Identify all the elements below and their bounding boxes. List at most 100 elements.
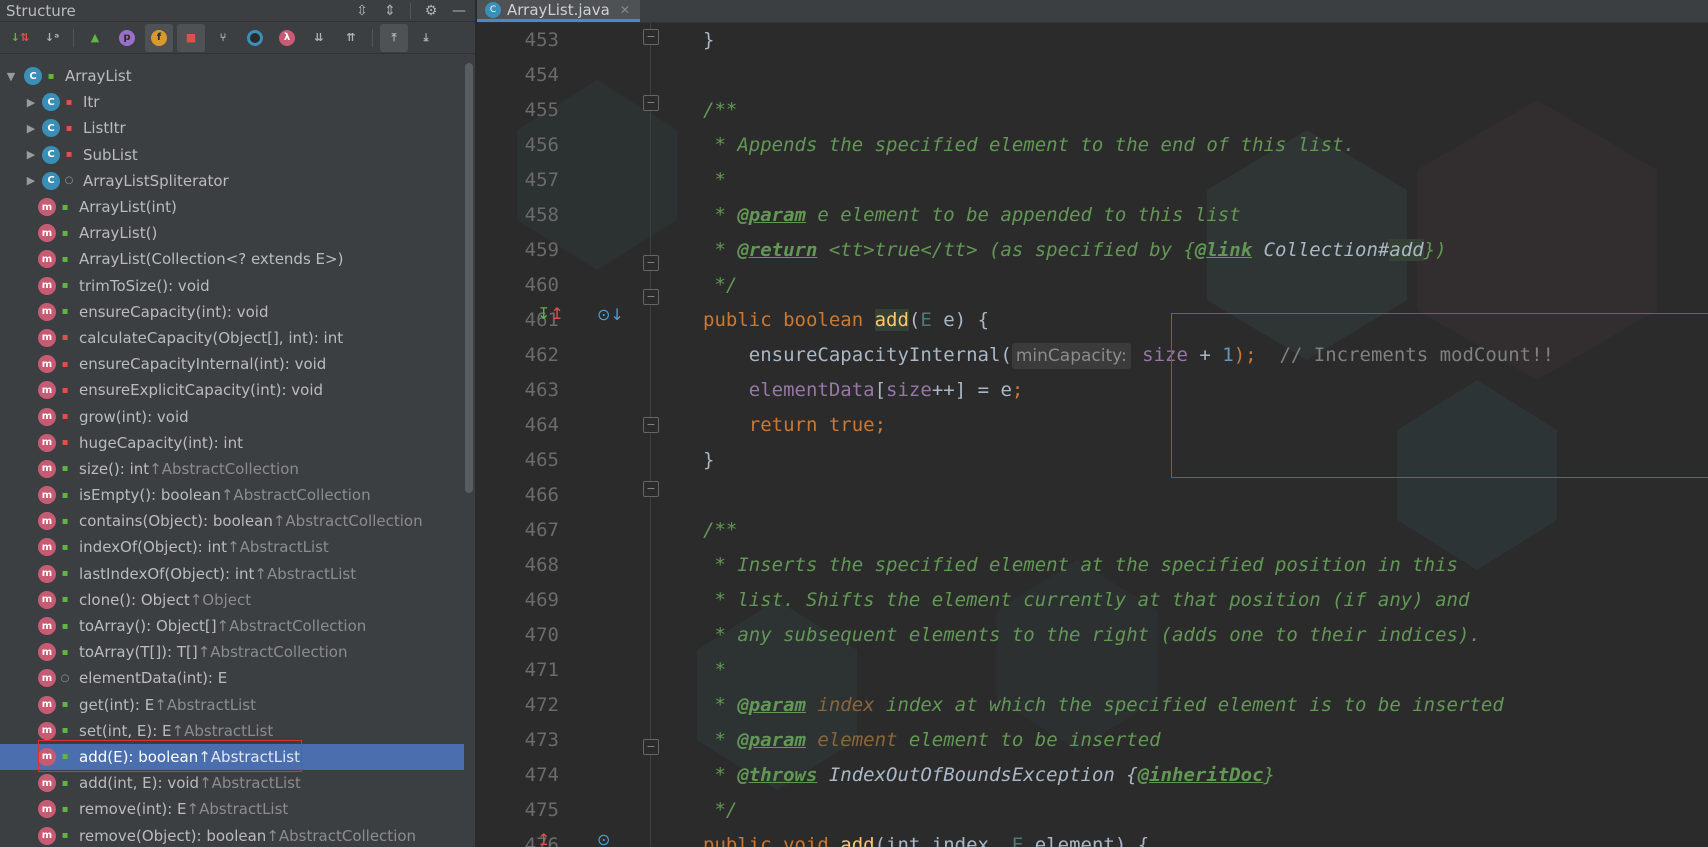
class-icon: C [42,93,60,112]
parameter-hint: minCapacity: [1011,343,1131,369]
breakpoint-target-icon[interactable]: ⊙↓ [597,305,624,324]
tree-item-method[interactable]: m ▪ toArray(T[]): T[] ↑AbstractCollection [0,639,464,665]
class-icon: C [42,119,60,138]
tree-item-method[interactable]: m ▪ hugeCapacity(int): int [0,430,464,456]
show-properties-icon[interactable]: p [113,24,141,52]
method-icon: m [38,198,56,217]
code-line-458: * @param e element to be appended to thi… [703,198,1240,233]
tree-item-method[interactable]: m ▪ grow(int): void [0,403,464,429]
tree-item-method[interactable]: m ▪ trimToSize(): void [0,273,464,299]
tree-scrollbar[interactable] [465,63,473,493]
tree-item-method[interactable]: m ▪ indexOf(Object): int ↑AbstractList [0,534,464,560]
param-name: element [805,729,898,751]
public-visibility-icon: ▪ [61,777,69,789]
tree-item-class[interactable]: ▶ C ▪ ListItr [0,115,464,141]
tree-item-label: remove(Object): boolean [79,826,267,845]
tree-item-label: ArrayList(int) [79,198,177,217]
tree-root[interactable]: ▼ C ▪ ArrayList [0,63,464,89]
tree-item-method[interactable]: m ▪ toArray(): Object[] ↑AbstractCollectio… [0,613,464,639]
public-visibility-icon: ▪ [61,568,69,580]
show-fields-icon[interactable]: f [145,23,173,52]
autoscroll-to-source-icon[interactable]: ⤒ [380,23,408,52]
tab-arraylist-java[interactable]: C ArrayList.java ✕ [477,0,640,22]
expand-all-icon[interactable]: ⇊ [305,24,333,52]
tree-item-method[interactable]: m ▪ ArrayList() [0,220,464,246]
public-visibility-icon: ▪ [61,803,69,815]
method-icon: m [38,590,56,609]
tree-item-method[interactable]: m ▪ ensureExplicitCapacity(int): void [0,377,464,403]
keyword: return true [703,414,875,436]
tree-item-method[interactable]: m ▪ remove(int): E ↑AbstractList [0,796,464,822]
minimize-icon[interactable]: — [447,1,471,21]
show-non-public-icon[interactable]: ■ [177,23,205,52]
show-anonymous-icon[interactable] [241,24,269,52]
tree-item-label: ensureExplicitCapacity(int): void [79,381,324,400]
chevron-right-icon[interactable]: ▶ [24,122,38,135]
tree-item-method[interactable]: m ▪ add(int, E): void ↑AbstractList [0,770,464,796]
code-area[interactable]: } /** * Appends the specified element to… [477,23,1708,847]
editor-tabbar: C ArrayList.java ✕ [477,0,1708,23]
method-icon: m [38,433,56,452]
javadoc-link[interactable]: IndexOutOfBoundsException { [817,764,1138,786]
text: ); [1233,344,1257,366]
javadoc-link[interactable]: Collection# [1252,239,1390,261]
tree-item-class[interactable]: ▶ C ▪ SubList [0,142,464,168]
tree-item-class[interactable]: ▶ C ○ ArrayListSpliterator [0,168,464,194]
sort-alphabetically-icon[interactable]: ↓ᵃ [38,24,66,52]
tree-item-method[interactable]: m ▪ set(int, E): E ↑AbstractList [0,718,464,744]
chevron-right-icon[interactable]: ▶ [24,148,38,161]
method-icon: m [38,276,56,295]
tree-item-method[interactable]: m ▪ add(E): boolean ↑AbstractList [0,743,464,771]
tree-item-method[interactable]: m ○ elementData(int): E [0,665,464,691]
implements-method-icon[interactable]: ↧↥ [537,304,564,323]
tree-item-method[interactable]: m ▪ size(): int ↑AbstractCollection [0,456,464,482]
tree-item-method[interactable]: m ▪ get(int): E ↑AbstractList [0,692,464,718]
tree-item-method[interactable]: m ▪ contains(Object): boolean ↑AbstractCol… [0,508,464,534]
autoscroll-from-source-icon[interactable]: ⤓ [412,24,440,52]
method-icon: m [38,407,56,426]
show-lambdas-icon[interactable]: λ [273,24,301,52]
chevron-right-icon[interactable]: ▶ [24,96,38,109]
keyword: public void [703,834,841,847]
breakpoint-target-icon[interactable]: ⊙ [597,830,610,847]
show-inherited-icon[interactable]: ▲ [81,24,109,52]
line-comment: // Increments modCount!! [1256,344,1554,366]
show-inherited-members-icon[interactable]: ⑂ [209,24,237,52]
implements-method-icon[interactable]: ↥ [537,830,550,847]
tree-item-method[interactable]: m ▪ ArrayList(Collection<? extends E>) [0,246,464,272]
tree-item-method[interactable]: m ▪ clone(): Object ↑Object [0,587,464,613]
javadoc-tag: @throws [737,764,818,786]
tree-item-label: calculateCapacity(Object[], int): int [79,328,344,347]
collapse-all-icon[interactable]: ⇈ [337,24,365,52]
gear-icon[interactable]: ⚙ [419,1,443,21]
tree-item-class[interactable]: ▶ C ▪ Itr [0,89,464,115]
tree-item-label: ArrayList() [79,224,158,243]
tree-item-method[interactable]: m ▪ lastIndexOf(Object): int ↑AbstractList [0,561,464,587]
close-icon[interactable]: ✕ [620,3,630,17]
structure-header-actions: ⇳ ⇕ ⚙ — [350,0,471,22]
code-line-465: } [703,449,715,471]
collapse-all-icon[interactable]: ⇕ [378,1,402,21]
sort-by-visibility-icon[interactable]: ↓ ⇅ [6,24,34,52]
tree-item-method[interactable]: m ▪ ensureCapacityInternal(int): void [0,351,464,377]
public-visibility-icon: ▪ [61,201,69,213]
method-name[interactable]: add [874,309,909,331]
chevron-right-icon[interactable]: ▶ [24,174,38,187]
expand-all-icon[interactable]: ⇳ [350,1,374,21]
code-line-467: /** [703,519,738,541]
method-icon: m [38,538,56,557]
tree-item-method[interactable]: m ▪ ArrayList(int) [0,194,464,220]
divider [372,28,373,47]
divider [410,3,411,19]
tree-item-method[interactable]: m ▪ isEmpty(): boolean ↑AbstractCollection [0,482,464,508]
javadoc-link[interactable]: add [1389,239,1424,261]
tree-item-method[interactable]: m ▪ calculateCapacity(Object[], int): int [0,325,464,351]
tree-item-label: ListItr [83,119,126,138]
method-name[interactable]: add [840,834,874,847]
public-visibility-icon: ▪ [61,699,69,711]
tree-item-method[interactable]: m ▪ ensureCapacity(int): void [0,299,464,325]
public-visibility-icon: ▪ [61,280,69,292]
chevron-down-icon[interactable]: ▼ [4,70,18,83]
tree-item-method[interactable]: m ▪ remove(Object): boolean ↑AbstractColle… [0,822,464,847]
code-line-456: * Appends the specified element to the e… [703,134,1356,156]
